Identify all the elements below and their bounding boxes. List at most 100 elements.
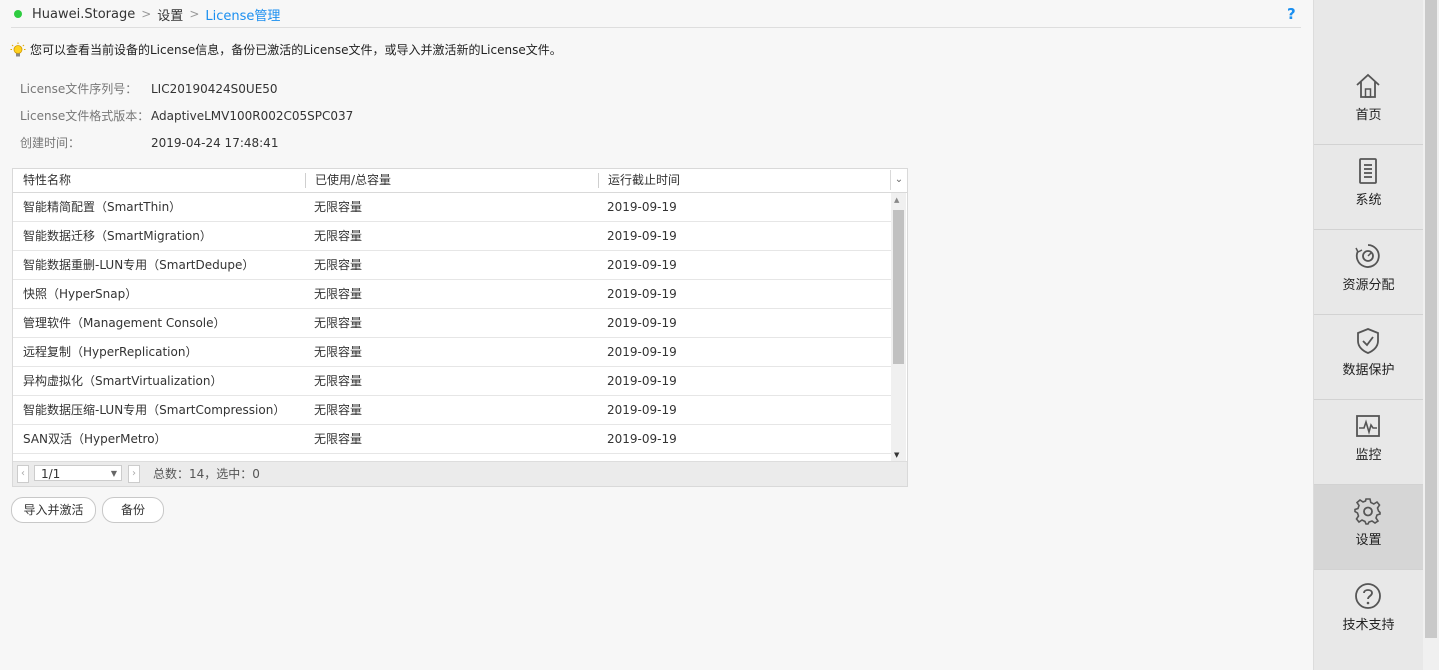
table-row[interactable]: 远程复制（HyperReplication） 无限容量 2019-09-19	[13, 338, 891, 367]
sidebar-label-resource: 资源分配	[1342, 278, 1395, 293]
pager: ‹ 1/1 ▼ › 总数：14，选中：0	[13, 461, 907, 486]
system-icon	[1359, 158, 1377, 184]
help-icon[interactable]: ?	[1287, 5, 1296, 23]
sidebar-item-settings[interactable]: 设置	[1314, 485, 1423, 570]
column-header-expiry[interactable]: 运行截止时间	[608, 169, 680, 192]
sidebar-item-support[interactable]: 技术支持	[1314, 570, 1423, 654]
cell-capacity: 无限容量	[314, 287, 363, 301]
prev-page-icon[interactable]: ‹	[17, 465, 29, 483]
info-serial-label: License文件序列号：	[20, 82, 138, 96]
sidebar: 首页 系统 资源分配 数据保护 监控 设置 技术支持	[1313, 0, 1423, 670]
column-divider[interactable]	[598, 173, 599, 188]
cell-capacity: 无限容量	[314, 258, 363, 272]
table-body: 智能精简配置（SmartThin） 无限容量 2019-09-19 智能数据迁移…	[13, 193, 891, 461]
table-row[interactable]	[13, 454, 891, 461]
table-row[interactable]: 智能精简配置（SmartThin） 无限容量 2019-09-19	[13, 193, 891, 222]
cell-feature: 智能数据迁移（SmartMigration）	[23, 229, 212, 243]
sidebar-item-home[interactable]: 首页	[1314, 60, 1423, 145]
column-header-capacity[interactable]: 已使用/总容量	[315, 169, 391, 192]
cell-capacity: 无限容量	[314, 403, 363, 417]
shield-icon	[1357, 328, 1379, 354]
info-created-value: 2019-04-24 17:48:41	[151, 136, 279, 150]
next-page-icon[interactable]: ›	[128, 465, 140, 483]
info-version-row: License文件格式版本： AdaptiveLMV100R002C05SPC03…	[20, 107, 353, 124]
license-table: 特性名称 已使用/总容量 运行截止时间 ⌄ 智能精简配置（SmartThin） …	[12, 168, 908, 487]
cell-feature: 异构虚拟化（SmartVirtualization）	[23, 374, 223, 388]
breadcrumb: Huawei.Storage > 设置 > License管理	[14, 5, 281, 24]
home-icon	[1356, 73, 1380, 98]
sidebar-item-monitor[interactable]: 监控	[1314, 400, 1423, 485]
column-divider[interactable]	[305, 173, 306, 188]
cell-capacity: 无限容量	[314, 374, 363, 388]
column-menu-icon[interactable]: ⌄	[890, 170, 907, 190]
cell-feature: 远程复制（HyperReplication）	[23, 345, 198, 359]
cell-expiry: 2019-09-19	[607, 316, 677, 330]
monitor-icon	[1356, 415, 1380, 437]
sidebar-label-home: 首页	[1355, 108, 1382, 123]
cell-capacity: 无限容量	[314, 316, 363, 330]
cell-feature: 快照（HyperSnap）	[23, 287, 138, 301]
sidebar-label-settings: 设置	[1355, 533, 1382, 548]
table-row[interactable]: 异构虚拟化（SmartVirtualization） 无限容量 2019-09-…	[13, 367, 891, 396]
info-created-label: 创建时间：	[20, 136, 81, 150]
chevron-down-icon: ▼	[110, 469, 117, 478]
breadcrumb-settings[interactable]: 设置	[157, 5, 183, 24]
sidebar-label-data-protection: 数据保护	[1342, 363, 1395, 378]
tip-text: 您可以查看当前设备的License信息，备份已激活的License文件，或导入并…	[30, 43, 562, 57]
scrollbar-thumb[interactable]	[893, 210, 904, 364]
column-header-feature[interactable]: 特性名称	[23, 169, 71, 192]
page-select[interactable]: 1/1 ▼	[34, 465, 122, 481]
cell-capacity: 无限容量	[314, 432, 363, 446]
cell-capacity: 无限容量	[314, 345, 363, 359]
cell-capacity: 无限容量	[314, 229, 363, 243]
cell-expiry: 2019-09-19	[607, 374, 677, 388]
info-serial-row: License文件序列号： LIC20190424S0UE50	[20, 80, 278, 97]
cell-feature: 智能数据压缩-LUN专用（SmartCompression）	[23, 403, 286, 417]
status-dot-icon	[14, 10, 22, 18]
table-row[interactable]: 智能数据压缩-LUN专用（SmartCompression） 无限容量 2019…	[13, 396, 891, 425]
info-version-label: License文件格式版本：	[20, 109, 150, 123]
question-icon	[1355, 583, 1381, 609]
table-row[interactable]: 管理软件（Management Console） 无限容量 2019-09-19	[13, 309, 891, 338]
info-created-row: 创建时间： 2019-04-24 17:48:41	[20, 134, 278, 151]
info-version-value: AdaptiveLMV100R002C05SPC037	[151, 109, 354, 123]
sidebar-item-data-protection[interactable]: 数据保护	[1314, 315, 1423, 400]
cell-capacity: 无限容量	[314, 200, 363, 214]
page-select-value: 1/1	[41, 467, 61, 481]
cell-feature: 管理软件（Management Console）	[23, 316, 226, 330]
table-header: 特性名称 已使用/总容量 运行截止时间 ⌄	[13, 169, 907, 193]
table-row[interactable]: 智能数据重删-LUN专用（SmartDedupe） 无限容量 2019-09-1…	[13, 251, 891, 280]
cell-expiry: 2019-09-19	[607, 432, 677, 446]
gear-icon	[1354, 498, 1381, 525]
lightbulb-icon	[10, 42, 26, 56]
backup-button[interactable]: 备份	[102, 497, 164, 523]
table-row[interactable]: 快照（HyperSnap） 无限容量 2019-09-19	[13, 280, 891, 309]
import-activate-button[interactable]: 导入并激活	[11, 497, 96, 523]
cell-feature: 智能数据重删-LUN专用（SmartDedupe）	[23, 258, 255, 272]
cell-feature: 智能精简配置（SmartThin）	[23, 200, 182, 214]
resource-icon	[1355, 244, 1380, 268]
cell-expiry: 2019-09-19	[607, 345, 677, 359]
pager-total: 总数：14，选中：0	[153, 467, 260, 481]
main-content: Huawei.Storage > 设置 > License管理 ? 您可以查看当…	[0, 0, 1313, 670]
table-row[interactable]: SAN双活（HyperMetro） 无限容量 2019-09-19	[13, 425, 891, 454]
breadcrumb-device[interactable]: Huawei.Storage	[32, 7, 135, 22]
sidebar-label-support: 技术支持	[1342, 618, 1395, 633]
sidebar-item-system[interactable]: 系统	[1314, 145, 1423, 230]
scroll-down-icon[interactable]: ▼	[894, 451, 899, 459]
cell-expiry: 2019-09-19	[607, 403, 677, 417]
cell-expiry: 2019-09-19	[607, 287, 677, 301]
cell-expiry: 2019-09-19	[607, 200, 677, 214]
cell-expiry: 2019-09-19	[607, 258, 677, 272]
page-scrollbar-thumb[interactable]	[1425, 0, 1437, 638]
info-serial-value: LIC20190424S0UE50	[151, 82, 278, 96]
header-divider	[11, 27, 1301, 28]
cell-expiry: 2019-09-19	[607, 229, 677, 243]
table-row[interactable]: 智能数据迁移（SmartMigration） 无限容量 2019-09-19	[13, 222, 891, 251]
scroll-up-icon[interactable]: ▲	[894, 196, 899, 204]
breadcrumb-current: License管理	[205, 8, 281, 24]
chevron-right-icon: >	[189, 7, 200, 21]
chevron-right-icon: >	[141, 7, 152, 21]
table-scrollbar[interactable]: ▲ ▼	[891, 193, 906, 461]
sidebar-item-resource[interactable]: 资源分配	[1314, 230, 1423, 315]
